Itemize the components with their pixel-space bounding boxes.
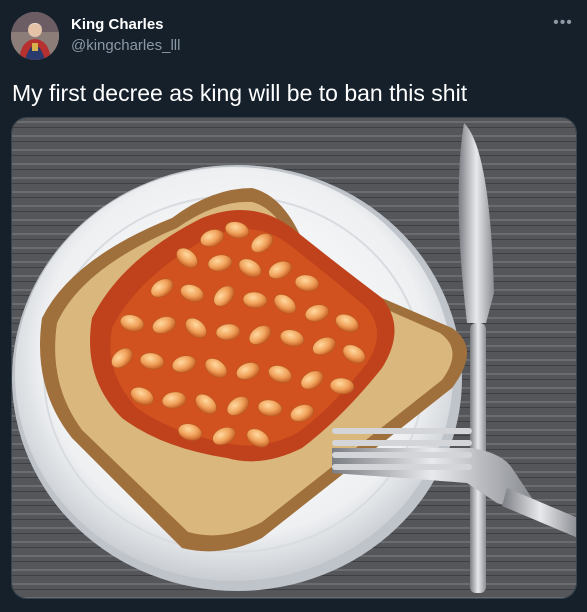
tweet-card[interactable]: King Charles @kingcharles_lll ••• My fir…	[0, 0, 587, 612]
tweet-photo[interactable]	[11, 117, 577, 599]
user-handle[interactable]: @kingcharles_lll	[71, 37, 180, 54]
beans-on-toast-photo	[12, 118, 576, 598]
avatar[interactable]	[11, 12, 59, 60]
display-name[interactable]: King Charles	[71, 16, 164, 33]
more-horizontal-icon[interactable]: •••	[553, 13, 573, 33]
tweet-text: My first decree as king will be to ban t…	[12, 80, 468, 106]
